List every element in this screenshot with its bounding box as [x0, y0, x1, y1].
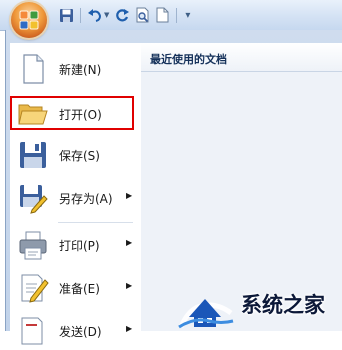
recent-documents-title: 最近使用的文档 [150, 53, 227, 66]
toolbar-separator [176, 7, 178, 23]
new-document-icon[interactable] [154, 6, 170, 24]
prepare-icon [17, 272, 49, 304]
quick-access-buttons: ▼ ▾ [58, 5, 190, 25]
menu-item-send[interactable]: 发送(D) ▶ [12, 310, 140, 350]
submenu-arrow-icon: ▶ [126, 191, 133, 200]
menu-item-prepare[interactable]: 准备(E) ▶ [12, 267, 140, 307]
menu-item-save[interactable]: 保存(S) [12, 134, 140, 174]
quick-access-toolbar: ▼ ▾ [0, 0, 342, 31]
save-icon [17, 139, 49, 171]
printer-icon [17, 229, 49, 261]
menu-item-save-as[interactable]: 另存为(A) ▶ [12, 177, 140, 217]
undo-dropdown-icon[interactable]: ▼ [104, 11, 109, 19]
save-as-icon [17, 182, 49, 214]
save-icon[interactable] [58, 6, 74, 24]
menu-item-label: 打开(O) [59, 108, 102, 122]
open-folder-icon [17, 98, 49, 130]
submenu-arrow-icon: ▶ [126, 324, 133, 333]
menu-item-label: 准备(E) [59, 282, 100, 296]
recent-documents-header: 最近使用的文档 [141, 43, 342, 72]
send-icon [17, 315, 49, 347]
customize-toolbar-icon[interactable]: ▾ [185, 10, 190, 21]
menu-item-label: 新建(N) [59, 63, 102, 77]
print-preview-icon[interactable] [134, 6, 150, 24]
office-button[interactable] [11, 2, 47, 38]
toolbar-separator [80, 7, 81, 23]
submenu-arrow-icon: ▶ [126, 281, 133, 290]
menu-item-new[interactable]: 新建(N) [12, 48, 140, 88]
menu-item-label: 打印(P) [59, 239, 100, 253]
menu-item-label: 保存(S) [59, 149, 100, 163]
menu-item-label: 另存为(A) [59, 192, 113, 206]
menu-item-label: 发送(D) [59, 325, 102, 339]
menu-separator [58, 222, 133, 223]
watermark-text: 系统之家 [241, 293, 325, 317]
undo-icon[interactable] [87, 6, 103, 24]
menu-item-print[interactable]: 打印(P) ▶ [12, 224, 140, 264]
house-logo-icon [178, 299, 234, 329]
redo-icon[interactable] [114, 6, 130, 24]
office-logo-icon [19, 10, 39, 30]
menu-item-open[interactable]: 打开(O) [12, 93, 140, 133]
submenu-arrow-icon: ▶ [126, 238, 133, 247]
new-document-icon [17, 53, 49, 85]
watermark: 系统之家 [175, 284, 342, 331]
